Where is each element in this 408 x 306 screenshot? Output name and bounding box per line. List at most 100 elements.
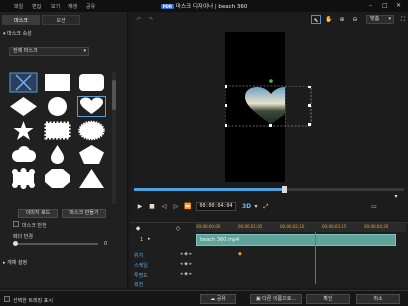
save-as-button[interactable]: ▣ 다른 이름으로... <box>250 294 302 304</box>
mask-none-cell[interactable] <box>9 72 38 93</box>
feather-label: 페더 반경 <box>13 234 33 240</box>
mask-category-select[interactable]: 전체 마스크 ▾ <box>9 47 89 56</box>
chevron-down-icon: ▾ <box>388 16 391 22</box>
feather-slider-thumb[interactable] <box>13 241 18 246</box>
property-label: 회전 <box>134 282 144 288</box>
zoom-select[interactable]: 맞춤 ▾ <box>366 15 394 24</box>
bottom-bar: 선택한 트래킹 표시 ☁ 공유 ▣ 다른 이름으로... 확인 취소 <box>0 290 408 306</box>
cloud-icon: ☁ <box>210 296 217 302</box>
prev-frame-icon[interactable]: ◁ <box>160 202 168 211</box>
mask-template-grid <box>9 72 111 204</box>
heart-mask-preview <box>245 87 297 124</box>
property-row-scale: 스케일 ◂ ◆ ▸ <box>130 260 408 270</box>
chevron-down-icon[interactable]: ▾ <box>252 202 260 211</box>
mask-cloud-cell[interactable] <box>9 144 38 165</box>
mask-circle-cell[interactable] <box>43 96 72 117</box>
display-mode-icon[interactable]: ▭ <box>370 202 378 211</box>
close-icon[interactable]: ✕ <box>396 2 401 9</box>
property-label: 위치 <box>134 253 144 259</box>
mask-props-header[interactable]: ▾ 마스크 속성 <box>3 30 32 37</box>
ruler-label: 00;00;02;10 <box>280 224 305 229</box>
minimize-icon[interactable]: – <box>369 2 372 9</box>
window-title: PDR 마스크 디자이너 | beach 360 <box>0 2 408 10</box>
redo-icon[interactable]: ↷ <box>146 15 156 24</box>
cancel-button[interactable]: 취소 <box>356 294 400 304</box>
transport-controls: ▶ ■ ◁ ▷ ⏩ 00:00:04:04 3D ▾ ⤢ ▭ ▾ <box>130 193 408 214</box>
mask-teardrop-cell[interactable] <box>43 144 72 165</box>
play-icon[interactable]: ▶ <box>136 202 144 211</box>
preview-canvas[interactable] <box>224 32 310 182</box>
property-label: 투명도 <box>134 273 148 279</box>
seekbar-knob[interactable] <box>281 186 287 193</box>
ok-button[interactable]: 확인 <box>306 294 350 304</box>
track-icon: ▸ <box>148 236 151 242</box>
show-tracking-label: 선택한 트래킹 표시 <box>13 298 53 304</box>
next-frame-icon[interactable]: ▷ <box>172 202 180 211</box>
fast-forward-icon[interactable]: ⏩ <box>184 202 192 211</box>
fit-screen-icon[interactable]: ⤢ <box>262 202 270 211</box>
stop-icon[interactable]: ■ <box>148 202 156 211</box>
keyframe-nav-icon[interactable]: ◂ ◆ ▸ <box>180 261 192 267</box>
property-row-rotation: 회전 <box>130 279 408 289</box>
mask-starburst-cell[interactable] <box>77 120 106 141</box>
seekbar-progress <box>134 188 284 191</box>
property-label: 스케일 <box>134 263 148 269</box>
select-tool-icon[interactable]: ⬉ <box>311 15 321 24</box>
tab-mask[interactable]: 마스크 <box>2 15 40 25</box>
invert-mask-label: 마스크 반전 <box>22 223 47 229</box>
mask-heart-cell[interactable] <box>77 96 106 117</box>
keyframe-marker[interactable]: ◆ <box>238 251 242 257</box>
grid-scroll-thumb[interactable] <box>112 80 116 110</box>
timecode-display[interactable]: 00:00:04:04 <box>196 202 236 211</box>
timeline-ruler[interactable]: 00;00;00;00 00;00;01;05 00;00;02;10 00;0… <box>196 223 406 232</box>
mask-category-value: 전체 마스크 <box>13 48 38 54</box>
preview-seekbar[interactable] <box>134 186 404 193</box>
mask-overlay <box>224 79 310 127</box>
track-number: 1 <box>140 237 144 243</box>
hand-tool-icon[interactable]: ✋ <box>324 15 334 24</box>
invert-mask-checkbox[interactable] <box>13 221 19 227</box>
mask-bounding-box-right <box>285 86 312 127</box>
keyframe-remove-icon[interactable]: ◇ <box>174 224 182 233</box>
make-mask-button[interactable]: 마스크 만들기 <box>62 209 106 218</box>
feather-value: 0 <box>104 241 108 247</box>
tab-motion[interactable]: 모션 <box>42 15 80 25</box>
keyframe-add-icon[interactable]: ◆ <box>134 224 142 233</box>
zoom-value: 맞춤 <box>370 16 380 22</box>
maximize-icon[interactable]: □ <box>382 2 388 9</box>
keyframe-nav-icon[interactable]: ◂ ◆ ▸ <box>180 271 192 277</box>
ruler-label: 00;00;01;05 <box>238 224 263 229</box>
mask-octagon-cell[interactable] <box>43 168 72 189</box>
timeline-playhead[interactable] <box>315 232 316 284</box>
ruler-label: 00;00;00;00 <box>196 224 221 229</box>
share-button[interactable]: ☁ 공유 <box>200 294 236 304</box>
mask-pentagon-cell[interactable] <box>77 144 106 165</box>
zoom-in-icon[interactable]: ⊕ <box>337 15 347 24</box>
load-image-button[interactable]: 이미지 로드 <box>18 209 58 218</box>
feather-slider[interactable] <box>13 243 98 245</box>
object-settings-title: 개체 설정 <box>7 260 28 266</box>
object-settings-header[interactable]: ▸ 개체 설정 <box>3 259 27 266</box>
ruler-label: 00;00;04;20 <box>364 224 389 229</box>
mask-props-title: 마스크 속성 <box>7 31 32 37</box>
mask-rounded-rect-cell[interactable] <box>77 72 106 93</box>
fullscreen-icon[interactable]: ⛶ <box>398 15 408 24</box>
mask-triangle-cell[interactable] <box>77 168 106 189</box>
mask-panel: 마스크 모션 ▾ 마스크 속성 전체 마스크 ▾ 이미지 로드 마스크 만들기 … <box>0 12 128 288</box>
zoom-out-icon[interactable]: ⊖ <box>350 15 360 24</box>
mask-diamond-cell[interactable] <box>9 96 38 117</box>
rotate-handle[interactable] <box>269 79 273 83</box>
mask-stamp-cell[interactable] <box>43 120 72 141</box>
undo-icon[interactable]: ↶ <box>134 15 144 24</box>
grid-scrollbar[interactable] <box>112 72 116 204</box>
title-bar: 파일 편집 보기 재생 공유 PDR 마스크 디자이너 | beach 360 –… <box>0 0 408 12</box>
mask-scallop-cell[interactable] <box>9 168 38 189</box>
show-tracking-checkbox[interactable] <box>4 296 10 302</box>
timeline-panel: ◆ ◇ 00;00;00;00 00;00;01;05 00;00;02;10 … <box>130 222 408 288</box>
video-clip[interactable]: beach 360.mp4 <box>196 234 396 246</box>
collapse-preview-icon[interactable]: ▾ <box>392 192 400 201</box>
mask-star-cell[interactable] <box>9 120 38 141</box>
keyframe-nav-icon[interactable]: ◂ ◆ ▸ <box>180 251 192 257</box>
mask-rectangle-cell[interactable] <box>43 72 72 93</box>
app-logo: PDR <box>160 4 174 9</box>
